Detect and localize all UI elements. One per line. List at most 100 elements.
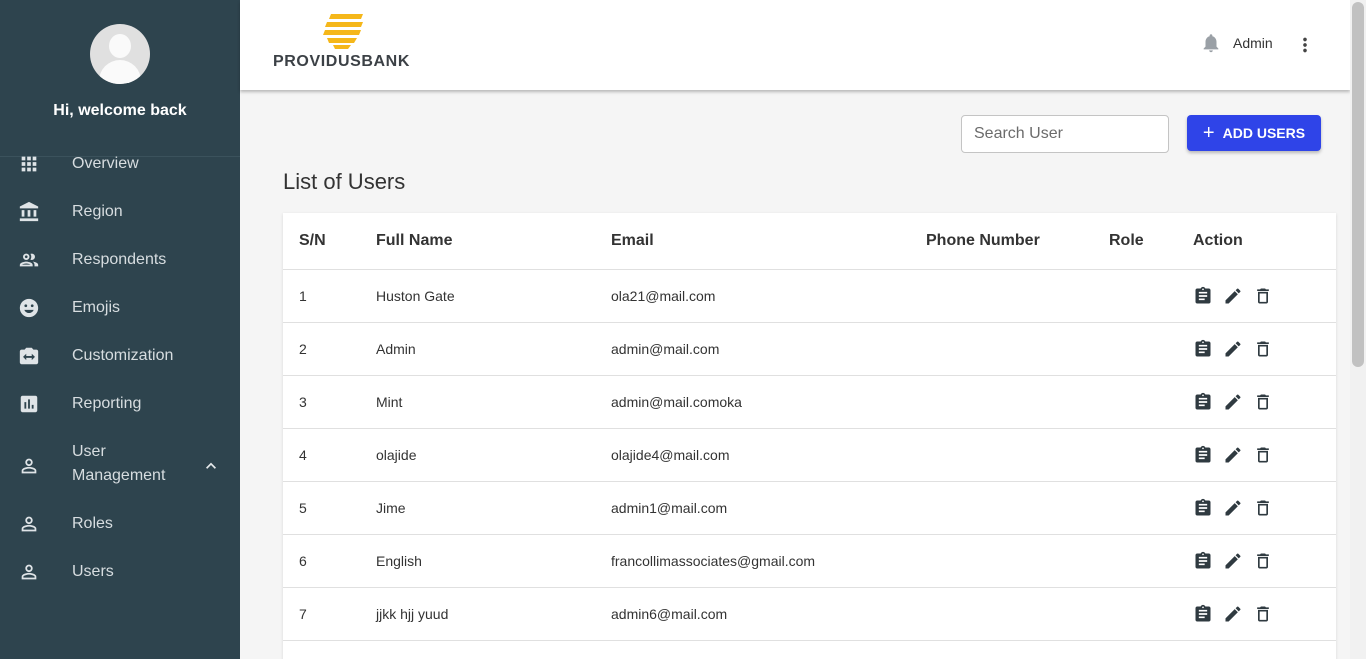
- cell-sn: 7: [299, 606, 307, 622]
- cell-sn: 1: [299, 288, 307, 304]
- bell-icon[interactable]: [1200, 32, 1222, 54]
- edit-icon[interactable]: [1223, 445, 1243, 465]
- edit-icon[interactable]: [1223, 339, 1243, 359]
- sidebar-item-label: Users: [72, 563, 114, 580]
- avatar: [90, 24, 150, 84]
- cell-sn: 6: [299, 553, 307, 569]
- cell-full-name: Mint: [376, 394, 403, 410]
- delete-icon[interactable]: [1253, 604, 1273, 624]
- delete-icon[interactable]: [1253, 392, 1273, 412]
- cell-sn: 2: [299, 341, 307, 357]
- chart-icon: [18, 393, 40, 415]
- cell-sn: 5: [299, 500, 307, 516]
- cell-email: francollimassociates@gmail.com: [611, 553, 816, 569]
- sidebar-item-region[interactable]: Region: [0, 188, 240, 236]
- cell-sn: 3: [299, 394, 307, 410]
- sidebar-item-customization[interactable]: Customization: [0, 332, 240, 380]
- person-icon: [18, 561, 40, 583]
- edit-icon[interactable]: [1223, 286, 1243, 306]
- table-row: 6 English francollimassociates@gmail.com: [283, 535, 1336, 588]
- delete-icon[interactable]: [1253, 339, 1273, 359]
- sidebar-item-label: Emojis: [72, 299, 121, 316]
- view-details-icon[interactable]: [1193, 604, 1213, 624]
- cell-full-name: Jime: [376, 500, 406, 516]
- cell-full-name: English: [376, 553, 422, 569]
- view-details-icon[interactable]: [1193, 498, 1213, 518]
- chevron-up-icon[interactable]: [201, 456, 221, 476]
- column-header-phone-number: Phone Number: [926, 232, 1040, 249]
- table-row: 4 olajide olajide4@mail.com: [283, 429, 1336, 482]
- column-header-email: Email: [611, 232, 654, 249]
- bank-icon: [18, 201, 40, 223]
- providusbank-logo[interactable]: PROVIDUSBANK: [273, 12, 433, 74]
- cell-email: olajide4@mail.com: [611, 447, 730, 463]
- edit-icon[interactable]: [1223, 498, 1243, 518]
- edit-icon[interactable]: [1223, 392, 1243, 412]
- cell-full-name: olajide: [376, 447, 417, 463]
- page-scrollbar[interactable]: [1350, 0, 1366, 659]
- table-row: 3 Mint admin@mail.comoka: [283, 376, 1336, 429]
- column-header-full-name: Full Name: [376, 232, 453, 249]
- column-header-role: Role: [1109, 232, 1144, 249]
- table-row: 5 Jime admin1@mail.com: [283, 482, 1336, 535]
- delete-icon[interactable]: [1253, 498, 1273, 518]
- cell-full-name: Huston Gate: [376, 288, 455, 304]
- sidebar-item-reporting[interactable]: Reporting: [0, 380, 240, 428]
- view-details-icon[interactable]: [1193, 445, 1213, 465]
- add-users-button[interactable]: + ADD USERS: [1187, 115, 1321, 151]
- table-row: 7 jjkk hjj yuud admin6@mail.com: [283, 588, 1336, 641]
- scrollbar-thumb[interactable]: [1352, 2, 1364, 367]
- edit-icon[interactable]: [1223, 551, 1243, 571]
- plus-icon: +: [1202, 122, 1215, 144]
- cell-full-name: jjkk hjj yuud: [376, 606, 449, 622]
- cell-email: admin6@mail.com: [611, 606, 728, 622]
- cell-email: ola21@mail.com: [611, 288, 716, 304]
- sidebar-item-users[interactable]: Users: [0, 548, 240, 596]
- delete-icon[interactable]: [1253, 551, 1273, 571]
- grid-icon: [18, 153, 40, 175]
- page-title: List of Users: [283, 169, 406, 194]
- view-details-icon[interactable]: [1193, 551, 1213, 571]
- view-details-icon[interactable]: [1193, 286, 1213, 306]
- sidebar-item-label: Customization: [72, 347, 174, 364]
- cell-full-name: Admin: [376, 341, 416, 357]
- person-icon: [18, 455, 40, 477]
- people-icon: [18, 249, 40, 271]
- welcome-message: Hi, welcome back: [53, 102, 187, 119]
- sidebar-item-label: Reporting: [72, 395, 142, 412]
- sidebar-item-roles[interactable]: Roles: [0, 500, 240, 548]
- sidebar-item-emojis[interactable]: Emojis: [0, 284, 240, 332]
- delete-icon[interactable]: [1253, 286, 1273, 306]
- edit-icon[interactable]: [1223, 604, 1243, 624]
- column-header-sn: S/N: [299, 232, 326, 249]
- logo-mark-icon: [323, 14, 363, 49]
- profile-section: Hi, welcome back: [0, 24, 240, 157]
- view-details-icon[interactable]: [1193, 392, 1213, 412]
- logo-text: PROVIDUSBANK: [273, 53, 410, 70]
- sidebar-item-label: Roles: [72, 515, 113, 532]
- table-row: 1 Huston Gate ola21@mail.com: [283, 270, 1336, 323]
- sidebar-item-respondents[interactable]: Respondents: [0, 236, 240, 284]
- admin-username[interactable]: Admin: [1233, 35, 1273, 51]
- add-users-label: ADD USERS: [1222, 125, 1306, 141]
- view-details-icon[interactable]: [1193, 339, 1213, 359]
- sidebar-item-label: Respondents: [72, 251, 167, 268]
- users-table: S/N Full Name Email Phone Number Role Ac…: [283, 213, 1336, 659]
- table-header-row: S/N Full Name Email Phone Number Role Ac…: [283, 213, 1336, 270]
- sidebar-item-user-management[interactable]: User Management: [0, 440, 240, 492]
- delete-icon[interactable]: [1253, 445, 1273, 465]
- cell-email: admin@mail.comoka: [611, 394, 742, 410]
- cell-email: admin1@mail.com: [611, 500, 728, 516]
- camera-switch-icon: [18, 345, 40, 367]
- sidebar-item-label: Overview: [72, 155, 139, 172]
- sidebar-item-label: User Management: [72, 443, 166, 484]
- smiley-icon: [18, 297, 40, 319]
- sidebar-item-label: Region: [72, 203, 123, 220]
- search-input[interactable]: [961, 115, 1169, 153]
- cell-email: admin@mail.com: [611, 341, 720, 357]
- person-icon: [18, 513, 40, 535]
- table-row: 2 Admin admin@mail.com: [283, 323, 1336, 376]
- sidebar-item-overview[interactable]: Overview: [0, 140, 240, 188]
- sidebar: Hi, welcome back Overview Region Respond…: [0, 0, 240, 659]
- more-vert-icon[interactable]: [1294, 34, 1316, 56]
